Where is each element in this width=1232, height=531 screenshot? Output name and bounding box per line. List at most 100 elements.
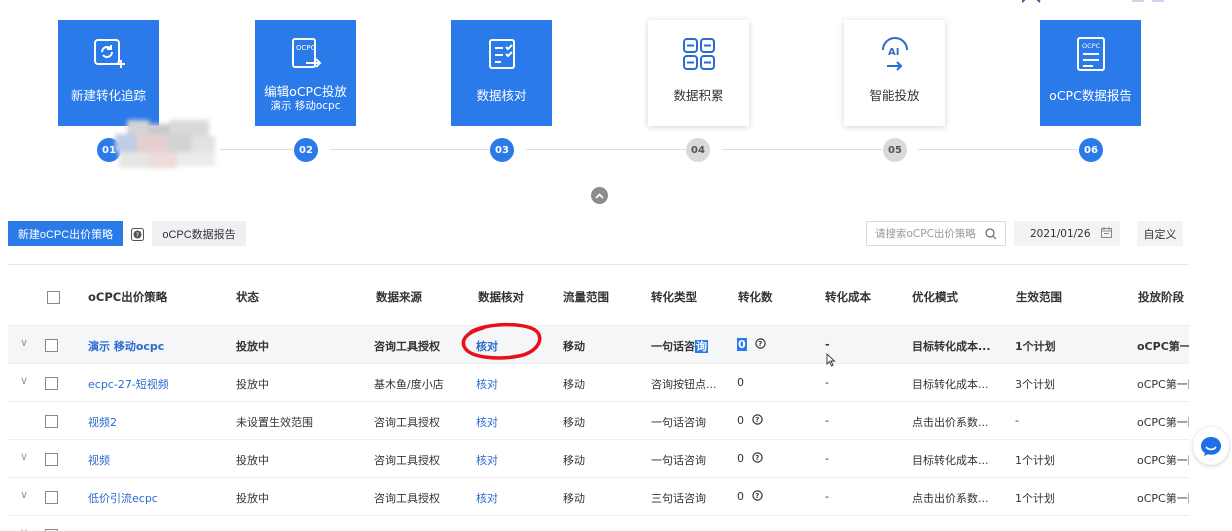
status: 未设置生效范围 bbox=[236, 416, 313, 429]
strategy-name-link[interactable]: 视频 bbox=[88, 452, 110, 468]
data-source: 咨询工具授权 bbox=[374, 416, 440, 429]
ocpc-doc-arrow-icon: OCPC bbox=[286, 34, 326, 74]
conversion-cost: - bbox=[825, 490, 829, 503]
customize-button[interactable]: 自定义 bbox=[1137, 221, 1183, 246]
status: 投放中 bbox=[236, 492, 269, 505]
check-link[interactable]: 核对 bbox=[476, 376, 498, 392]
strategy-name-link[interactable]: ecpc-27-短视频 bbox=[88, 376, 169, 392]
search-placeholder: 请搜索oCPC出价策略 bbox=[875, 228, 976, 240]
strategy-name-link[interactable]: 视频2 bbox=[88, 414, 117, 430]
table-row[interactable]: ∨ 演示 移动ocpc 投放中 咨询工具授权 核对 移动 一句话咨询 0? - … bbox=[8, 325, 1189, 363]
mouse-cursor-icon bbox=[826, 353, 836, 367]
row-checkbox[interactable] bbox=[45, 491, 58, 504]
conversion-count: 0? bbox=[737, 490, 763, 503]
status: 投放中 bbox=[236, 340, 269, 353]
svg-text:?: ? bbox=[758, 340, 762, 348]
step-title: oCPC数据报告 bbox=[1049, 88, 1132, 103]
conversion-type: 咨询按钮点... bbox=[651, 378, 717, 391]
header-data-check: 数据核对 bbox=[478, 290, 524, 304]
traffic-range: 移动 bbox=[563, 454, 585, 467]
top-right-fragment bbox=[1021, 0, 1192, 7]
table-row[interactable]: ∨ bbox=[8, 515, 1189, 531]
question-icon: ? bbox=[754, 338, 766, 349]
traffic-range: 移动 bbox=[563, 492, 585, 505]
traffic-range: 移动 bbox=[563, 416, 585, 429]
step-card-smart-delivery[interactable]: AI 智能投放 bbox=[844, 20, 945, 126]
expand-chevron-icon[interactable]: ∨ bbox=[20, 336, 28, 349]
row-checkbox[interactable] bbox=[45, 453, 58, 466]
step-title: 数据核对 bbox=[476, 88, 527, 103]
select-all-checkbox[interactable] bbox=[47, 291, 60, 304]
step-card-data-accumulate[interactable]: 数据积累 bbox=[648, 20, 749, 126]
step-card-new-conversion[interactable]: 新建转化追踪 bbox=[58, 20, 159, 126]
data-source: 咨询工具授权 bbox=[374, 340, 440, 353]
strategy-name-link[interactable]: 低价引流ecpc bbox=[88, 490, 158, 506]
header-conv-type: 转化类型 bbox=[651, 290, 697, 304]
expand-chevron-icon[interactable]: ∨ bbox=[20, 526, 28, 531]
opt-mode: 目标转化成本... bbox=[912, 378, 989, 391]
row-checkbox[interactable] bbox=[45, 377, 58, 390]
svg-text:OCPC: OCPC bbox=[1082, 42, 1101, 50]
chat-support-button[interactable] bbox=[1193, 427, 1229, 465]
date-value: 2021/01/26 bbox=[1030, 227, 1091, 240]
calendar-icon bbox=[1101, 227, 1112, 238]
question-icon: ? bbox=[752, 414, 763, 425]
check-link[interactable]: 核对 bbox=[476, 490, 498, 506]
search-icon[interactable] bbox=[985, 227, 997, 240]
new-ocpc-strategy-button[interactable]: 新建oCPC出价策略 bbox=[8, 221, 123, 246]
ai-arrow-icon: AI bbox=[875, 34, 915, 74]
progress-line bbox=[220, 149, 293, 150]
conversion-cost: - bbox=[825, 414, 829, 427]
step-title: 编辑oCPC投放 bbox=[264, 84, 347, 99]
svg-text:OCPC: OCPC bbox=[296, 44, 316, 52]
progress-line bbox=[330, 149, 490, 150]
conversion-cost: - bbox=[825, 452, 829, 465]
scope: 1个计划 bbox=[1015, 340, 1056, 353]
row-checkbox[interactable] bbox=[45, 339, 58, 352]
strategy-name-link[interactable]: 演示 移动ocpc bbox=[88, 338, 164, 354]
expand-chevron-icon[interactable]: ∨ bbox=[20, 450, 28, 463]
progress-line bbox=[722, 149, 882, 150]
traffic-range: 移动 bbox=[563, 340, 585, 353]
expand-chevron-icon[interactable]: ∨ bbox=[20, 488, 28, 501]
svg-text:AI: AI bbox=[888, 47, 899, 58]
table-row[interactable]: 视频2 未设置生效范围 咨询工具授权 核对 移动 一句话咨询 0? - 点击出价… bbox=[8, 401, 1189, 439]
data-source: 咨询工具授权 bbox=[374, 492, 440, 505]
stage: oCPC第一阶 bbox=[1137, 492, 1189, 505]
table-row[interactable]: ∨ ecpc-27-短视频 投放中 基木鱼/度小店 核对 移动 咨询按钮点...… bbox=[8, 363, 1189, 401]
grid-icon bbox=[679, 34, 719, 74]
step-title: 新建转化追踪 bbox=[70, 88, 146, 103]
step-card-edit-ocpc[interactable]: OCPC 编辑oCPC投放 演示 移动ocpc bbox=[255, 20, 356, 126]
date-picker[interactable]: 2021/01/26 bbox=[1014, 221, 1120, 246]
opt-mode: 目标转化成本... bbox=[912, 340, 991, 353]
row-checkbox[interactable] bbox=[45, 415, 58, 428]
header-scope: 生效范围 bbox=[1016, 290, 1062, 304]
red-annotation-circle bbox=[461, 322, 542, 360]
status: 投放中 bbox=[236, 378, 269, 391]
ocpc-report-button[interactable]: oCPC数据报告 bbox=[152, 221, 246, 246]
step-card-ocpc-report[interactable]: OCPC oCPC数据报告 bbox=[1040, 20, 1141, 126]
stage: oCPC第一阶 bbox=[1137, 378, 1189, 391]
checklist-icon bbox=[482, 34, 522, 74]
header-traffic: 流量范围 bbox=[563, 290, 609, 304]
scope: 1个计划 bbox=[1015, 492, 1055, 505]
expand-chevron-icon[interactable]: ∨ bbox=[20, 374, 28, 387]
collapse-up-button[interactable] bbox=[591, 187, 608, 204]
step-card-data-check[interactable]: 数据核对 bbox=[451, 20, 552, 126]
table-row[interactable]: ∨ 视频 投放中 咨询工具授权 核对 移动 一句话咨询 0? - 目标转化成本.… bbox=[8, 439, 1189, 477]
table-header: oCPC出价策略 状态 数据来源 数据核对 流量范围 转化类型 转化数 转化成本… bbox=[8, 265, 1189, 325]
help-icon[interactable]: ? bbox=[131, 228, 144, 241]
header-stage: 投放阶段 bbox=[1138, 290, 1184, 304]
step-number-5: 05 bbox=[883, 138, 907, 162]
svg-text:?: ? bbox=[755, 454, 759, 462]
opt-mode: 目标转化成本... bbox=[912, 454, 989, 467]
table-row[interactable]: ∨ 低价引流ecpc 投放中 咨询工具授权 核对 移动 三句话咨询 0? - 点… bbox=[8, 477, 1189, 515]
step-number-6: 06 bbox=[1079, 138, 1103, 162]
strategy-search-input[interactable]: 请搜索oCPC出价策略 bbox=[866, 221, 1006, 246]
opt-mode: 点击出价系数... bbox=[912, 492, 989, 505]
check-link[interactable]: 核对 bbox=[476, 452, 498, 468]
question-icon: ? bbox=[752, 452, 763, 463]
header-source: 数据来源 bbox=[376, 290, 422, 304]
check-link[interactable]: 核对 bbox=[476, 414, 498, 430]
traffic-range: 移动 bbox=[563, 378, 585, 391]
